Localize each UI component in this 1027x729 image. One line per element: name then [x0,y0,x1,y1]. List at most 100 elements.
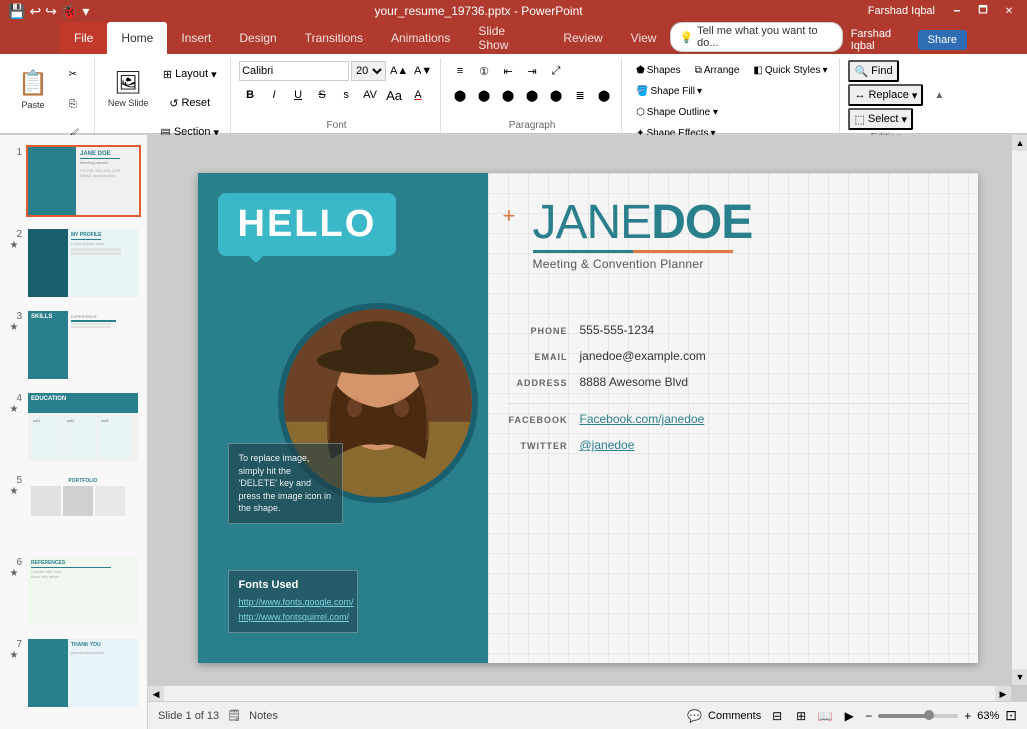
quick-styles-label: Quick Styles [765,65,821,76]
select-button[interactable]: ⬚ Select▾ [848,108,913,130]
tab-home[interactable]: Home [107,22,167,54]
slide-thumb-3[interactable]: 3 ★ SKILLS EXPERIENCE [4,307,143,383]
increase-indent-button[interactable]: ⇥ [521,60,543,82]
slide-img-4[interactable]: EDUCATION col1 col2 col3 [26,391,141,463]
zoom-handle[interactable] [924,710,934,720]
dropdown-icon[interactable]: ▾ [82,3,89,20]
slide-thumb-7[interactable]: 7 ★ THANK YOU janedoe@example [4,635,143,711]
slide-thumb-6[interactable]: 6 ★ REFERENCES Contact info here More in… [4,553,143,629]
scroll-down-button[interactable]: ▼ [1012,669,1027,685]
canvas-wrapper[interactable]: HELLO [148,135,1027,701]
slideshow-button[interactable]: ▶ [839,706,859,726]
align-right-button[interactable]: ⬤ [497,84,519,106]
horizontal-scrollbar[interactable]: ◀ ▶ [148,685,1011,701]
tab-slideshow[interactable]: Slide Show [464,22,549,54]
ribbon-collapse-button[interactable]: ▲ [931,58,947,133]
save-icon[interactable]: 💾 [8,3,25,20]
underline-button[interactable]: U [287,84,309,106]
tab-transitions[interactable]: Transitions [291,22,377,54]
slide-img-7[interactable]: THANK YOU janedoe@example [26,637,141,709]
scroll-track-v[interactable] [1012,151,1027,669]
columns-button[interactable]: ⬤ [545,84,567,106]
ribbon: File Home Insert Design Transitions Anim… [0,22,1027,135]
reset-button[interactable]: ↺ Reset [155,89,224,117]
numbering-button[interactable]: ① [473,60,495,82]
smart-art-button[interactable]: ⤢ [545,60,567,82]
slide-img-1[interactable]: JANE DOE Meeting planner PHONE 555-555-1… [26,145,141,217]
twitter-label: TWITTER [508,441,568,451]
shadow-button[interactable]: s [335,84,357,106]
increase-font-button[interactable]: A▲ [388,60,410,82]
facebook-row: FACEBOOK Facebook.com/janedoe [508,412,968,426]
paste-button[interactable]: 📋 Paste [10,60,56,118]
tab-animations[interactable]: Animations [377,22,464,54]
tab-design[interactable]: Design [225,22,290,54]
scroll-left-button[interactable]: ◀ [148,686,164,701]
zoom-out-button[interactable]: − [865,709,872,723]
fonts-link-1: http://www.fonts.google.com/ http://www.… [239,595,347,624]
italic-button[interactable]: I [263,84,285,106]
strikethrough-button[interactable]: S [311,84,333,106]
first-name: JANE [533,196,652,249]
line-spacing-button[interactable]: ≣ [569,84,591,106]
bullets-button[interactable]: ≡ [449,60,471,82]
zoom-slider[interactable] [878,714,958,718]
scroll-up-button[interactable]: ▲ [1012,135,1027,151]
shapes-button[interactable]: ⬟ Shapes [630,60,687,80]
cut-button[interactable]: ✂ [58,60,88,88]
slide-img-3[interactable]: SKILLS EXPERIENCE [26,309,141,381]
slide-thumb-4[interactable]: 4 ★ EDUCATION col1 col2 col3 [4,389,143,465]
tell-me-box[interactable]: 💡 Tell me what you want to do... [670,22,842,52]
tab-file[interactable]: File [60,22,107,54]
decrease-indent-button[interactable]: ⇤ [497,60,519,82]
slide-thumb-2[interactable]: 2 ★ MY PROFILE Lorem ipsum dolor [4,225,143,301]
redo-icon[interactable]: ↪ [45,3,57,20]
zoom-in-button[interactable]: + [964,709,971,723]
justify-button[interactable]: ⬤ [521,84,543,106]
text-direction-button[interactable]: ⬤ [593,84,615,106]
slide-thumb-5[interactable]: 5 ★ PORTFOLIO [4,471,143,547]
scroll-right-button[interactable]: ▶ [995,686,1011,701]
slide-canvas-2: MY PROFILE Lorem ipsum dolor [28,229,138,297]
font-size-select[interactable]: 20 [351,61,386,81]
share-button[interactable]: Share [918,30,967,50]
layout-button[interactable]: ⊞ Layout▾ [155,60,224,88]
replace-button[interactable]: ↔ Replace▾ [848,84,923,106]
shape-fill-button[interactable]: 🪣 Shape Fill▾ [630,81,708,101]
decrease-font-button[interactable]: A▼ [412,60,434,82]
vertical-scrollbar[interactable]: ▲ ▼ [1011,135,1027,685]
close-button[interactable]: ✕ [999,1,1019,21]
shapes-label: Shapes [647,65,681,76]
new-slide-button[interactable]: 🖼 New Slide [103,60,154,118]
reading-view-button[interactable]: 📖 [815,706,835,726]
slide-img-5[interactable]: PORTFOLIO [26,473,141,545]
shape-outline-button[interactable]: ⬡ Shape Outline ▾ [630,102,724,122]
normal-view-button[interactable]: ⊟ [767,706,787,726]
undo-icon[interactable]: ↩ [29,3,41,20]
arrange-button[interactable]: ⧉ Arrange [689,60,746,80]
paste-label: Paste [21,100,44,110]
tab-review[interactable]: Review [549,22,616,54]
slide-sorter-button[interactable]: ⊞ [791,706,811,726]
scroll-track-h[interactable] [164,686,995,701]
char-spacing-button[interactable]: AV [359,84,381,106]
minimize-button[interactable]: 🗕 [947,1,967,21]
align-left-button[interactable]: ⬤ [449,84,471,106]
find-label: Find [871,65,892,77]
fit-slide-button[interactable]: ⊡ [1005,707,1017,724]
slide-thumb-1[interactable]: 1 JANE DOE Meeting planner PHONE 555-555… [4,143,143,219]
bold-button[interactable]: B [239,84,261,106]
find-button[interactable]: 🔍 Find [848,60,898,82]
align-center-button[interactable]: ⬤ [473,84,495,106]
quick-styles-button[interactable]: ◧ Quick Styles▾ [747,60,833,80]
slide-img-2[interactable]: MY PROFILE Lorem ipsum dolor [26,227,141,299]
tab-insert[interactable]: Insert [167,22,225,54]
copy-button[interactable]: ⎘ [58,90,88,118]
font-color-button[interactable]: A [407,84,429,106]
debug-icon[interactable]: 🐞 [61,3,78,20]
tab-view[interactable]: View [617,22,671,54]
change-case-button[interactable]: Aa [383,84,405,106]
slide-img-6[interactable]: REFERENCES Contact info here More info b… [26,555,141,627]
font-family-select[interactable] [239,61,349,81]
maximize-button[interactable]: 🗖 [973,1,993,21]
